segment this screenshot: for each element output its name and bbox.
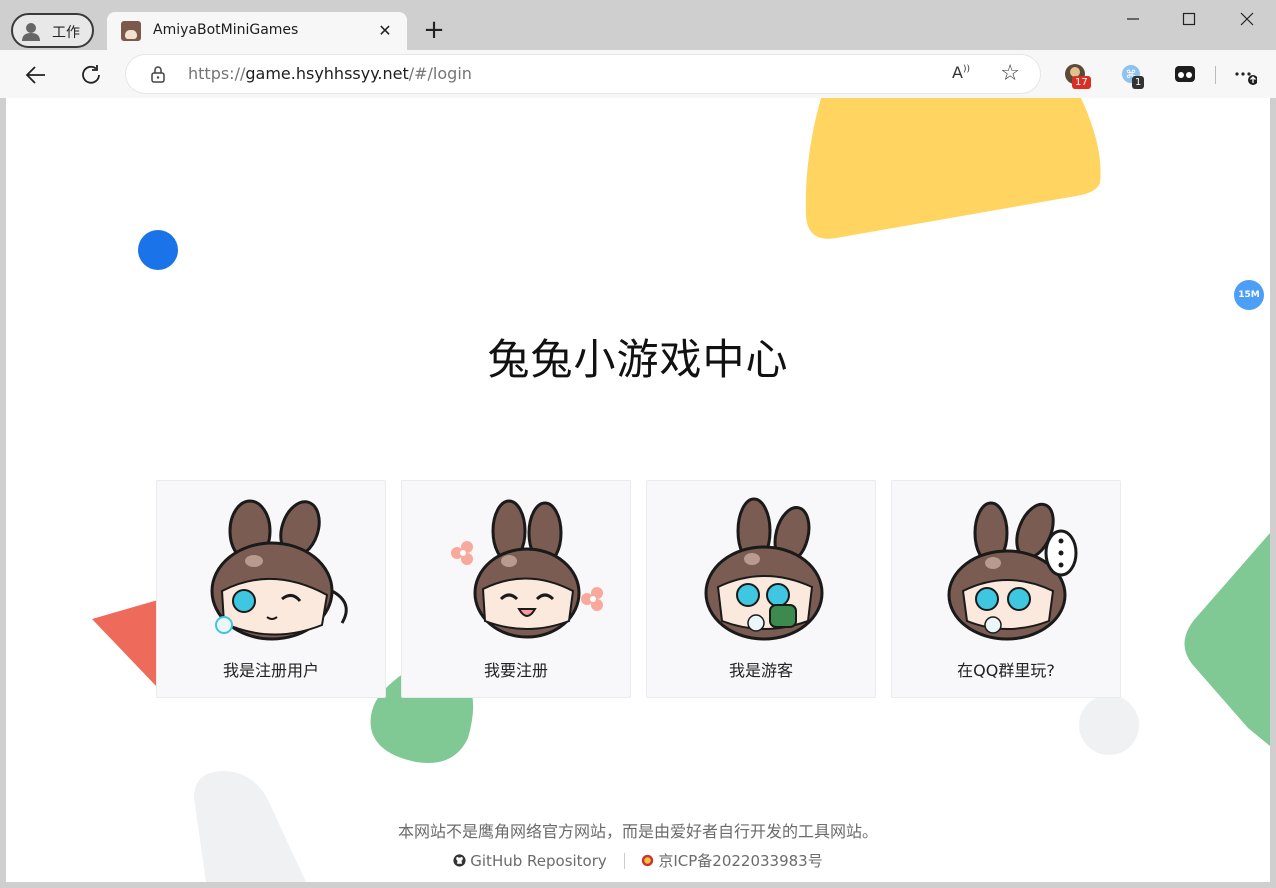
registered-user-label: 我是注册用户	[222, 661, 319, 680]
reload-button[interactable]	[76, 60, 106, 90]
flower-left-icon	[451, 541, 473, 565]
footer-divider	[623, 852, 625, 869]
page-title: 兔兔小游戏中心	[487, 335, 789, 384]
speech-bubble-icon	[1044, 529, 1078, 577]
user-avatar-icon	[22, 23, 40, 41]
amiya-drinking-icon	[704, 497, 824, 641]
register-card[interactable]: 我要注册	[401, 480, 631, 698]
tab-title: AmiyaBotMiniGames	[153, 22, 299, 38]
url-text[interactable]: https://game.hsyhhssyy.net/#/login	[188, 64, 472, 83]
qq-group-label: 在QQ群里玩?	[957, 661, 1055, 680]
site-favicon-icon	[121, 21, 141, 41]
maximize-icon	[1182, 12, 1196, 26]
amiya-speech-bubble-icon	[947, 501, 1078, 641]
guest-label: 我是游客	[728, 661, 793, 680]
new-tab-button[interactable]: +	[420, 16, 448, 44]
favorite-star-icon[interactable]: ☆	[1000, 61, 1020, 86]
red-triangle-shape	[92, 600, 158, 688]
browser-tab-active[interactable]: AmiyaBotMiniGames ✕	[107, 12, 407, 50]
maximize-button[interactable]	[1166, 8, 1212, 34]
page-viewport: 兔兔小游戏中心 我是注册用户 我要注册 我是游客 在QQ群里玩? 本网站不是鹰角…	[6, 98, 1270, 882]
flower-right-icon	[581, 587, 603, 611]
extension-2-button[interactable]: ⌘ 1	[1119, 62, 1145, 89]
registered-user-card[interactable]: 我是注册用户	[156, 480, 386, 698]
footer-links: GitHub Repository 京ICP备2022033983号	[6, 850, 1270, 871]
footer-disclaimer: 本网站不是鹰角网络官方网站，而是由爱好者自行开发的工具网站。	[397, 822, 878, 841]
github-icon	[453, 853, 466, 867]
browser-toolbar: https://game.hsyhhssyy.net/#/login A)) ☆…	[0, 50, 1276, 98]
guest-card[interactable]: 我是游客	[646, 480, 876, 698]
extension-3-icon	[1175, 66, 1195, 82]
close-icon	[1240, 12, 1254, 26]
extension-1-badge: 17	[1072, 76, 1091, 89]
green-diamond-shape	[1184, 533, 1270, 746]
minimize-button[interactable]	[1110, 8, 1156, 34]
floating-speed-badge[interactable]: 15M	[1234, 280, 1264, 310]
qq-group-card[interactable]: 在QQ群里玩?	[891, 480, 1121, 698]
grey-dot-shape	[1079, 695, 1139, 755]
close-window-button[interactable]	[1224, 8, 1270, 34]
more-menu-button[interactable]	[1233, 62, 1258, 86]
icp-link[interactable]: 京ICP备2022033983号	[641, 850, 823, 871]
police-emblem-icon	[642, 854, 654, 867]
profile-button[interactable]: 工作	[11, 13, 94, 48]
browser-titlebar: 工作 AmiyaBotMiniGames ✕ +	[0, 0, 1276, 50]
amiya-wink-peace-icon	[210, 499, 348, 641]
amiya-happy-flowers-icon	[451, 499, 603, 639]
github-link[interactable]: GitHub Repository	[453, 852, 607, 870]
tab-close-icon[interactable]: ✕	[375, 21, 395, 41]
entry-card-grid: 我是注册用户 我要注册 我是游客 在QQ群里玩?	[156, 480, 1121, 700]
extension-1-button[interactable]: 17	[1063, 62, 1091, 89]
back-arrow-icon	[25, 66, 45, 84]
extension-2-badge: 1	[1132, 76, 1145, 89]
toolbar-divider	[1215, 66, 1216, 84]
read-aloud-icon[interactable]: A))	[952, 63, 970, 82]
address-bar[interactable]: https://game.hsyhhssyy.net/#/login A)) ☆	[126, 55, 1040, 93]
extension-3-button[interactable]	[1173, 62, 1197, 86]
more-dots-icon	[1235, 72, 1258, 85]
back-button[interactable]	[21, 60, 51, 90]
blue-dot-shape	[138, 230, 178, 270]
lock-icon[interactable]	[148, 64, 168, 84]
reload-icon	[82, 65, 100, 84]
yellow-blob-shape	[805, 98, 1101, 239]
register-label: 我要注册	[483, 661, 548, 680]
profile-label: 工作	[52, 25, 80, 41]
minimize-icon	[1127, 18, 1139, 20]
